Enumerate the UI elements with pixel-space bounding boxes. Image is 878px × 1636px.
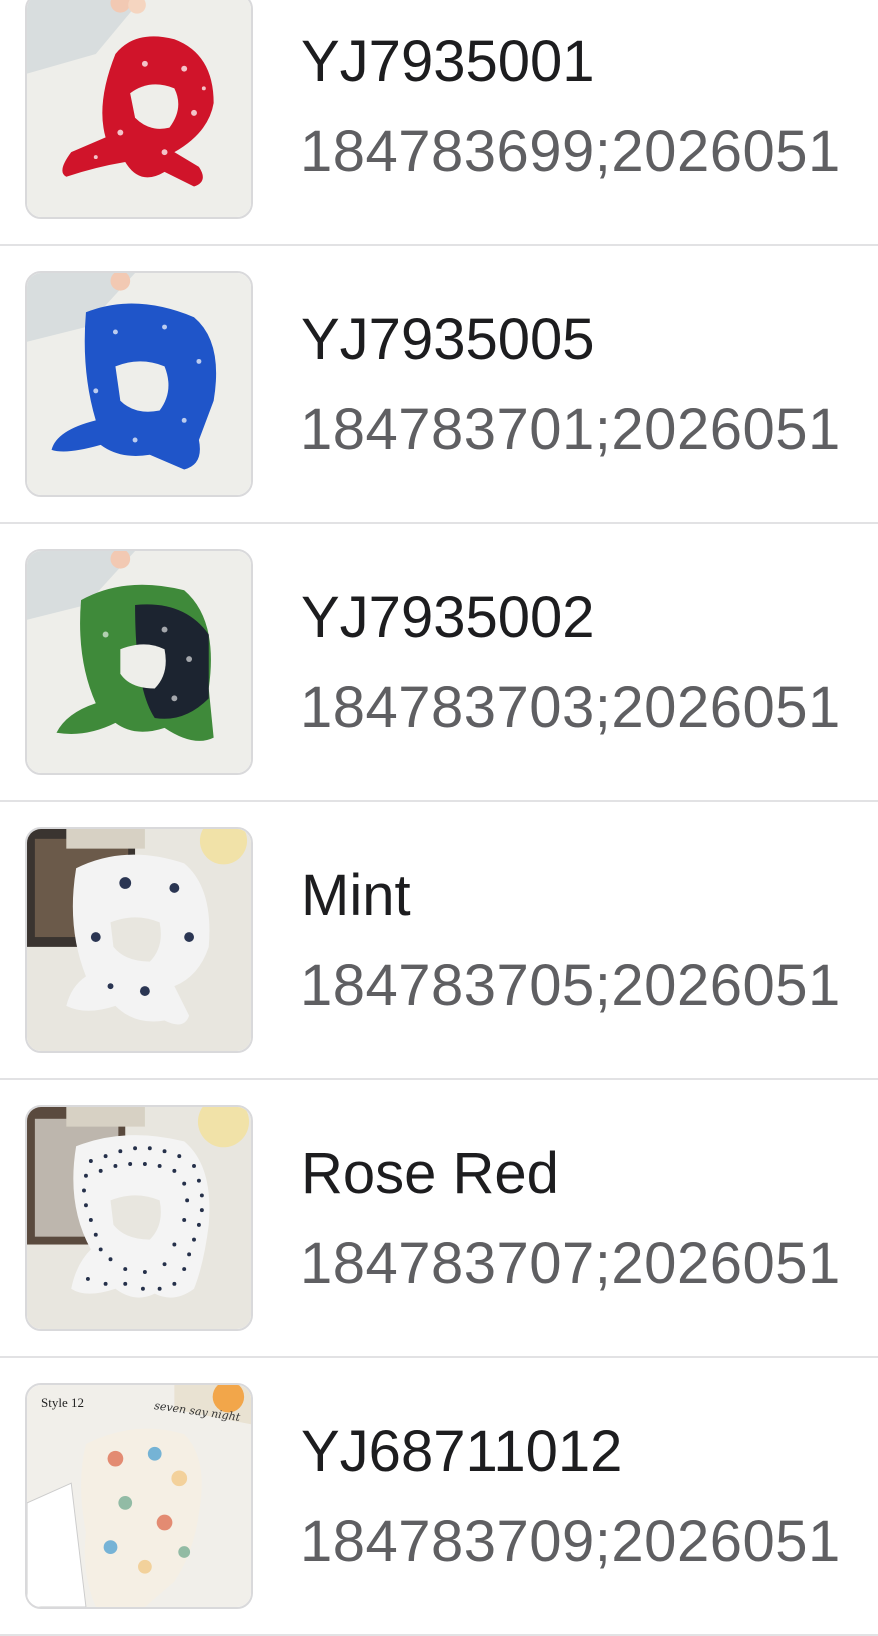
variant-sku-line: 184783703;2026051 — [300, 675, 841, 740]
list-item[interactable]: Rose Red 184783707;2026051 — [0, 1080, 878, 1358]
variant-title: Rose Red — [301, 1141, 559, 1206]
variant-title: YJ68711012 — [301, 1419, 623, 1484]
scarf-photo — [27, 0, 251, 217]
list-item[interactable]: YJ7935005 184783701;2026051 — [0, 246, 878, 524]
variant-sku-line: 184783709;2026051 — [300, 1509, 841, 1574]
list-item[interactable]: YJ7935002 184783703;2026051 — [0, 524, 878, 802]
green-paisley-scarf-image — [25, 549, 253, 775]
scarf-photo — [27, 1107, 251, 1329]
variant-sku-line: 184783701;2026051 — [300, 397, 841, 462]
variant-sku-line: 184783707;2026051 — [300, 1231, 841, 1296]
scarf-photo — [27, 829, 251, 1051]
product-variant-list: YJ7935001 184783699;2026051 YJ7935005 18… — [0, 0, 878, 1636]
variant-title: YJ7935001 — [301, 29, 595, 94]
scarf-photo — [27, 273, 251, 495]
variant-title: YJ7935005 — [301, 307, 595, 372]
thumbnail-style-label: Style 12 — [41, 1395, 84, 1410]
white-paisley-scarf-image — [25, 827, 253, 1053]
floral-pastel-scarf-image: Style 12 seven say night — [25, 1383, 253, 1609]
red-paisley-scarf-image — [25, 0, 253, 219]
scarf-photo — [27, 551, 251, 773]
variant-title: Mint — [301, 863, 411, 928]
blue-paisley-scarf-image — [25, 271, 253, 497]
variant-sku-line: 184783705;2026051 — [300, 953, 841, 1018]
list-item[interactable]: Mint 184783705;2026051 — [0, 802, 878, 1080]
list-item[interactable]: Style 12 seven say night YJ68711012 1847… — [0, 1358, 878, 1636]
variant-sku-line: 184783699;2026051 — [300, 119, 841, 184]
list-item[interactable]: YJ7935001 184783699;2026051 — [0, 0, 878, 246]
variant-title: YJ7935002 — [301, 585, 595, 650]
polka-dot-scarf-image — [25, 1105, 253, 1331]
